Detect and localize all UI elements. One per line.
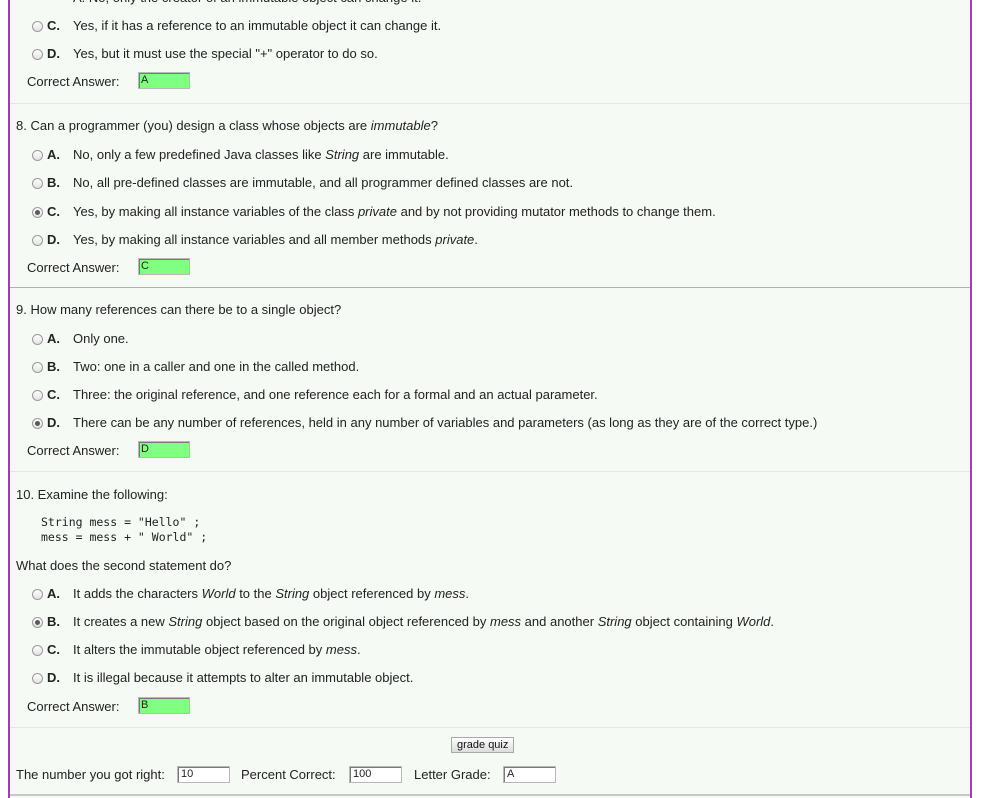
option-text-run: . bbox=[356, 642, 361, 657]
code-line: mess = mess + " World" ; bbox=[41, 530, 208, 544]
question-10: 10. Examine the following: String mess =… bbox=[10, 471, 970, 728]
right-count-field[interactable]: 10 bbox=[177, 766, 230, 783]
radio-9c[interactable] bbox=[32, 390, 43, 401]
partial-option-text: A. No, only the creator of an immutable … bbox=[73, 0, 421, 10]
correct-answer-row: Correct Answer: A bbox=[27, 72, 190, 89]
option-text: Yes, by making all instance variables of… bbox=[73, 204, 716, 219]
option-text: It adds the characters World to the Stri… bbox=[73, 586, 469, 601]
option-letter: D. bbox=[47, 415, 60, 430]
question-text: 8. Can a programmer (you) design a class… bbox=[16, 118, 438, 133]
option-text: Two: one in a caller and one in the call… bbox=[73, 359, 360, 374]
option-letter: D. bbox=[47, 46, 60, 61]
option-letter: C. bbox=[47, 18, 60, 33]
option-text-run: It is illegal because it attempts to alt… bbox=[73, 670, 414, 685]
option-letter: C. bbox=[47, 204, 60, 219]
option-text-run: String bbox=[168, 614, 203, 629]
radio-9d[interactable] bbox=[32, 418, 43, 429]
radio-7c[interactable] bbox=[32, 21, 43, 32]
correct-answer-label: Correct Answer: bbox=[27, 74, 120, 89]
correct-answer-field: C bbox=[138, 258, 190, 275]
radio-10a[interactable] bbox=[32, 589, 43, 600]
bottom-divider bbox=[10, 794, 970, 796]
option-text: No, all pre-defined classes are immutabl… bbox=[73, 175, 574, 190]
right-count-label: The number you got right: bbox=[16, 767, 165, 782]
option-letter: D. bbox=[47, 232, 60, 247]
question-prompt: What does the second statement do? bbox=[16, 558, 232, 573]
option-text-run: object containing bbox=[631, 614, 737, 629]
option-letter: D. bbox=[47, 670, 60, 685]
option-text: Yes, by making all instance variables an… bbox=[73, 232, 478, 247]
letter-grade-field[interactable]: A bbox=[503, 766, 556, 783]
radio-10b[interactable] bbox=[32, 617, 43, 628]
radio-9b[interactable] bbox=[32, 362, 43, 373]
option-text-run: World bbox=[736, 614, 771, 629]
radio-8a[interactable] bbox=[32, 150, 43, 161]
option-letter: B. bbox=[47, 614, 60, 629]
option-text-run: object based on the original object refe… bbox=[202, 614, 490, 629]
percent-label: Percent Correct: bbox=[241, 767, 336, 782]
option-text: Yes, but it must use the special "+" ope… bbox=[73, 46, 378, 61]
option-text-run: String bbox=[275, 586, 310, 601]
option-letter: B. bbox=[47, 175, 60, 190]
correct-answer-field: D bbox=[138, 441, 190, 458]
option-text: There can be any number of references, h… bbox=[73, 415, 818, 430]
option-text-run: mess bbox=[490, 614, 522, 629]
option-letter: A. bbox=[47, 331, 60, 346]
option-text-run: and another bbox=[521, 614, 598, 629]
option-text-run: object referenced by bbox=[309, 586, 435, 601]
radio-10d[interactable] bbox=[32, 673, 43, 684]
correct-answer-field: B bbox=[138, 697, 190, 714]
option-text-run: It alters the immutable object reference… bbox=[73, 642, 326, 657]
question-7: A. No, only the creator of an immutable … bbox=[10, 0, 970, 103]
option-text-run: . bbox=[770, 614, 775, 629]
option-text-run: mess bbox=[325, 642, 357, 657]
option-text: It alters the immutable object reference… bbox=[73, 642, 361, 657]
correct-answer-label: Correct Answer: bbox=[27, 260, 120, 275]
option-text-run: . bbox=[465, 586, 470, 601]
correct-answer-field: A bbox=[138, 72, 190, 89]
option-text: Yes, if it has a reference to an immutab… bbox=[73, 18, 442, 33]
option-letter: A. bbox=[47, 147, 60, 162]
radio-8d[interactable] bbox=[32, 235, 43, 246]
option-letter: C. bbox=[47, 642, 60, 657]
letter-grade-label: Letter Grade: bbox=[414, 767, 491, 782]
correct-answer-row: Correct Answer: D bbox=[27, 441, 190, 458]
option-text: Only one. bbox=[73, 331, 129, 346]
question-9: 9. How many references can there be to a… bbox=[10, 287, 970, 472]
correct-answer-label: Correct Answer: bbox=[27, 443, 120, 458]
question-8: 8. Can a programmer (you) design a class… bbox=[10, 103, 970, 288]
radio-8c[interactable] bbox=[32, 207, 43, 218]
radio-10c[interactable] bbox=[32, 645, 43, 656]
option-text: It creates a new String object based on … bbox=[73, 614, 774, 629]
option-text-run: String bbox=[597, 614, 632, 629]
code-line: String mess = "Hello" ; bbox=[41, 515, 201, 529]
option-text: Three: the original reference, and one r… bbox=[73, 387, 598, 402]
code-block: String mess = "Hello" ; mess = mess + " W… bbox=[41, 515, 207, 545]
correct-answer-row: Correct Answer: B bbox=[27, 697, 190, 714]
percent-field[interactable]: 100 bbox=[349, 766, 402, 783]
option-text-run: It adds the characters bbox=[73, 586, 202, 601]
correct-answer-row: Correct Answer: C bbox=[27, 258, 190, 275]
grade-quiz-button[interactable]: grade quiz bbox=[451, 737, 515, 753]
option-letter: B. bbox=[47, 359, 60, 374]
correct-answer-label: Correct Answer: bbox=[27, 699, 120, 714]
radio-9a[interactable] bbox=[32, 334, 43, 345]
question-text: 9. How many references can there be to a… bbox=[16, 302, 342, 317]
quiz-frame: A. No, only the creator of an immutable … bbox=[8, 0, 972, 798]
option-text-run: World bbox=[201, 586, 236, 601]
radio-8b[interactable] bbox=[32, 178, 43, 189]
question-text: 10. Examine the following: bbox=[16, 487, 168, 502]
option-text-run: to the bbox=[235, 586, 276, 601]
option-text: No, only a few predefined Java classes l… bbox=[73, 147, 449, 162]
option-text-run: It creates a new bbox=[73, 614, 169, 629]
option-letter: C. bbox=[47, 387, 60, 402]
option-text-run: mess bbox=[434, 586, 466, 601]
option-text: It is illegal because it attempts to alt… bbox=[73, 670, 413, 685]
radio-7d[interactable] bbox=[32, 49, 43, 60]
option-letter: A. bbox=[47, 586, 60, 601]
